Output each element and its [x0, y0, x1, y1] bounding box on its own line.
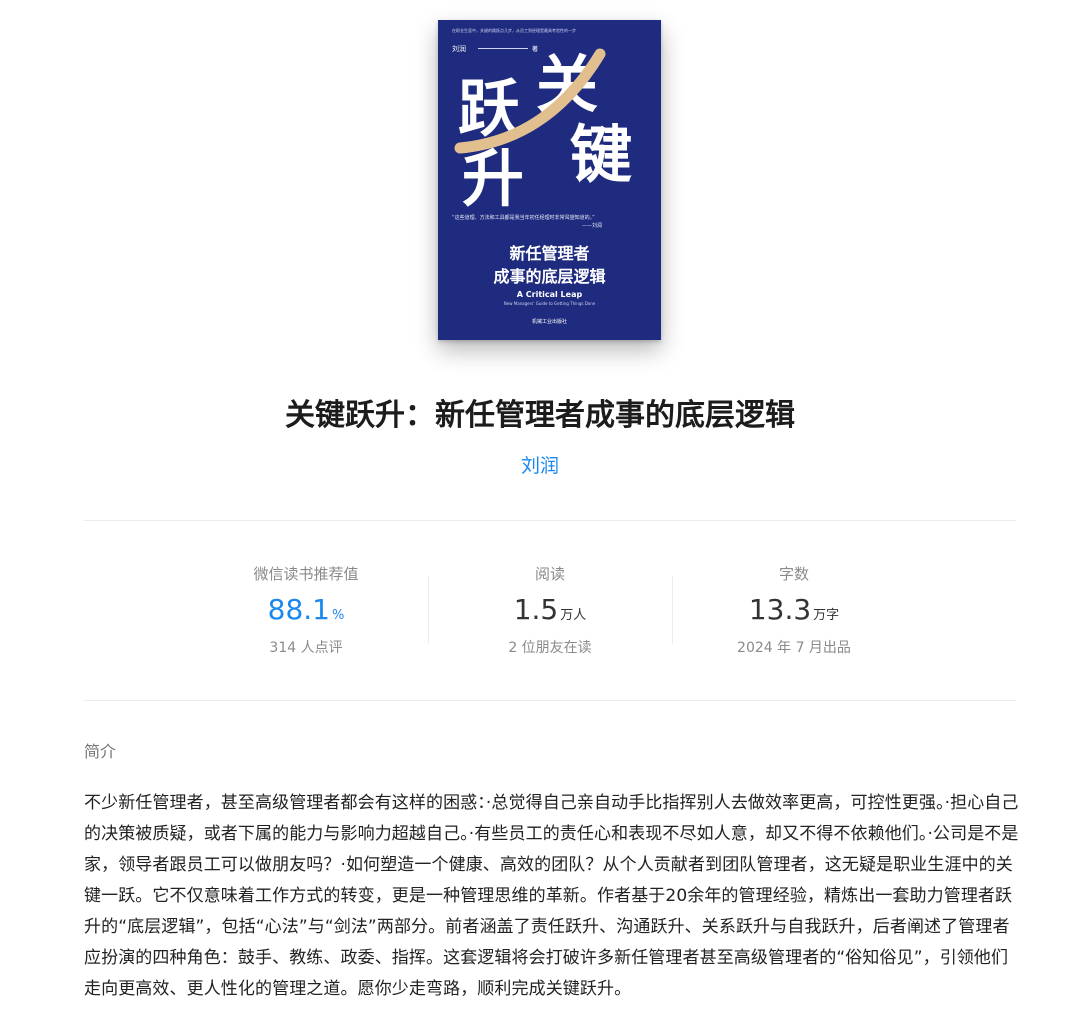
stat-subtext: 314 人点评 — [269, 640, 343, 656]
stat-unit: 万人 — [560, 608, 587, 623]
divider-top — [84, 520, 1016, 521]
stat-subtext: 2024 年 7 月出品 — [737, 640, 851, 656]
stat-number: 13.3 — [748, 593, 812, 626]
stat-label: 字数 — [778, 565, 809, 583]
book-cover-image: 在职业生涯中，关键的跳跃点几步，从员工到经理是最具考验性的一步 刘润 著 跃 关… — [438, 20, 661, 340]
cover-quote-text: “这些道理、方法和工具都是我当年初任经理时非常渴望知道的。” — [452, 215, 595, 221]
cover-publisher: 机械工业出版社 — [531, 319, 567, 325]
book-title: 关键跃升：新任管理者成事的底层逻辑 — [285, 398, 795, 433]
cover-subtitle-line2: 成事的底层逻辑 — [493, 267, 606, 286]
stat-recommendation[interactable]: 微信读书推荐值 88.1% 314 人点评 — [184, 560, 428, 660]
stat-subtext: 2 位朋友在读 — [508, 640, 592, 656]
cover-subtitle-line1: 新任管理者 — [509, 244, 590, 263]
book-author-link[interactable]: 刘润 — [0, 452, 1080, 480]
cover-english-subtitle: New Managers' Guide to Getting Things Do… — [503, 301, 596, 306]
divider-bottom — [84, 700, 1016, 701]
stat-unit: % — [331, 608, 345, 623]
stat-number: 1.5 — [513, 593, 559, 626]
stat-label: 阅读 — [534, 565, 565, 583]
cover-quote: “这些道理、方法和工具都是我当年初任经理时非常渴望知道的。” ——刘润 — [452, 214, 652, 230]
intro-heading: 简介 — [84, 742, 117, 761]
stat-number: 88.1 — [267, 593, 330, 626]
stat-value: 1.5 万人 — [428, 590, 672, 636]
stat-unit: 万字 — [813, 608, 840, 623]
cover-english-title: A Critical Leap — [516, 290, 583, 299]
cover-quote-attribution: ——刘润 — [581, 223, 602, 229]
stat-word-count: 字数 13.3 万字 2024 年 7 月出品 — [672, 560, 916, 660]
stat-value: 13.3 万字 — [672, 590, 916, 636]
book-cover[interactable]: 在职业生涯中，关键的跳跃点几步，从员工到经理是最具考验性的一步 刘润 著 跃 关… — [438, 20, 661, 340]
stat-value: 88.1% — [184, 590, 428, 636]
intro-text: 不少新任管理者，甚至高级管理者都会有这样的困惑：·总觉得自己亲自动手比指挥别人去… — [84, 793, 1019, 999]
stat-readers[interactable]: 阅读 1.5 万人 2 位朋友在读 — [428, 560, 672, 660]
stat-label: 微信读书推荐值 — [253, 565, 359, 583]
stats-row: 微信读书推荐值 88.1% 314 人点评 阅读 1.5 万人 2 位朋友在读 字… — [184, 560, 916, 660]
